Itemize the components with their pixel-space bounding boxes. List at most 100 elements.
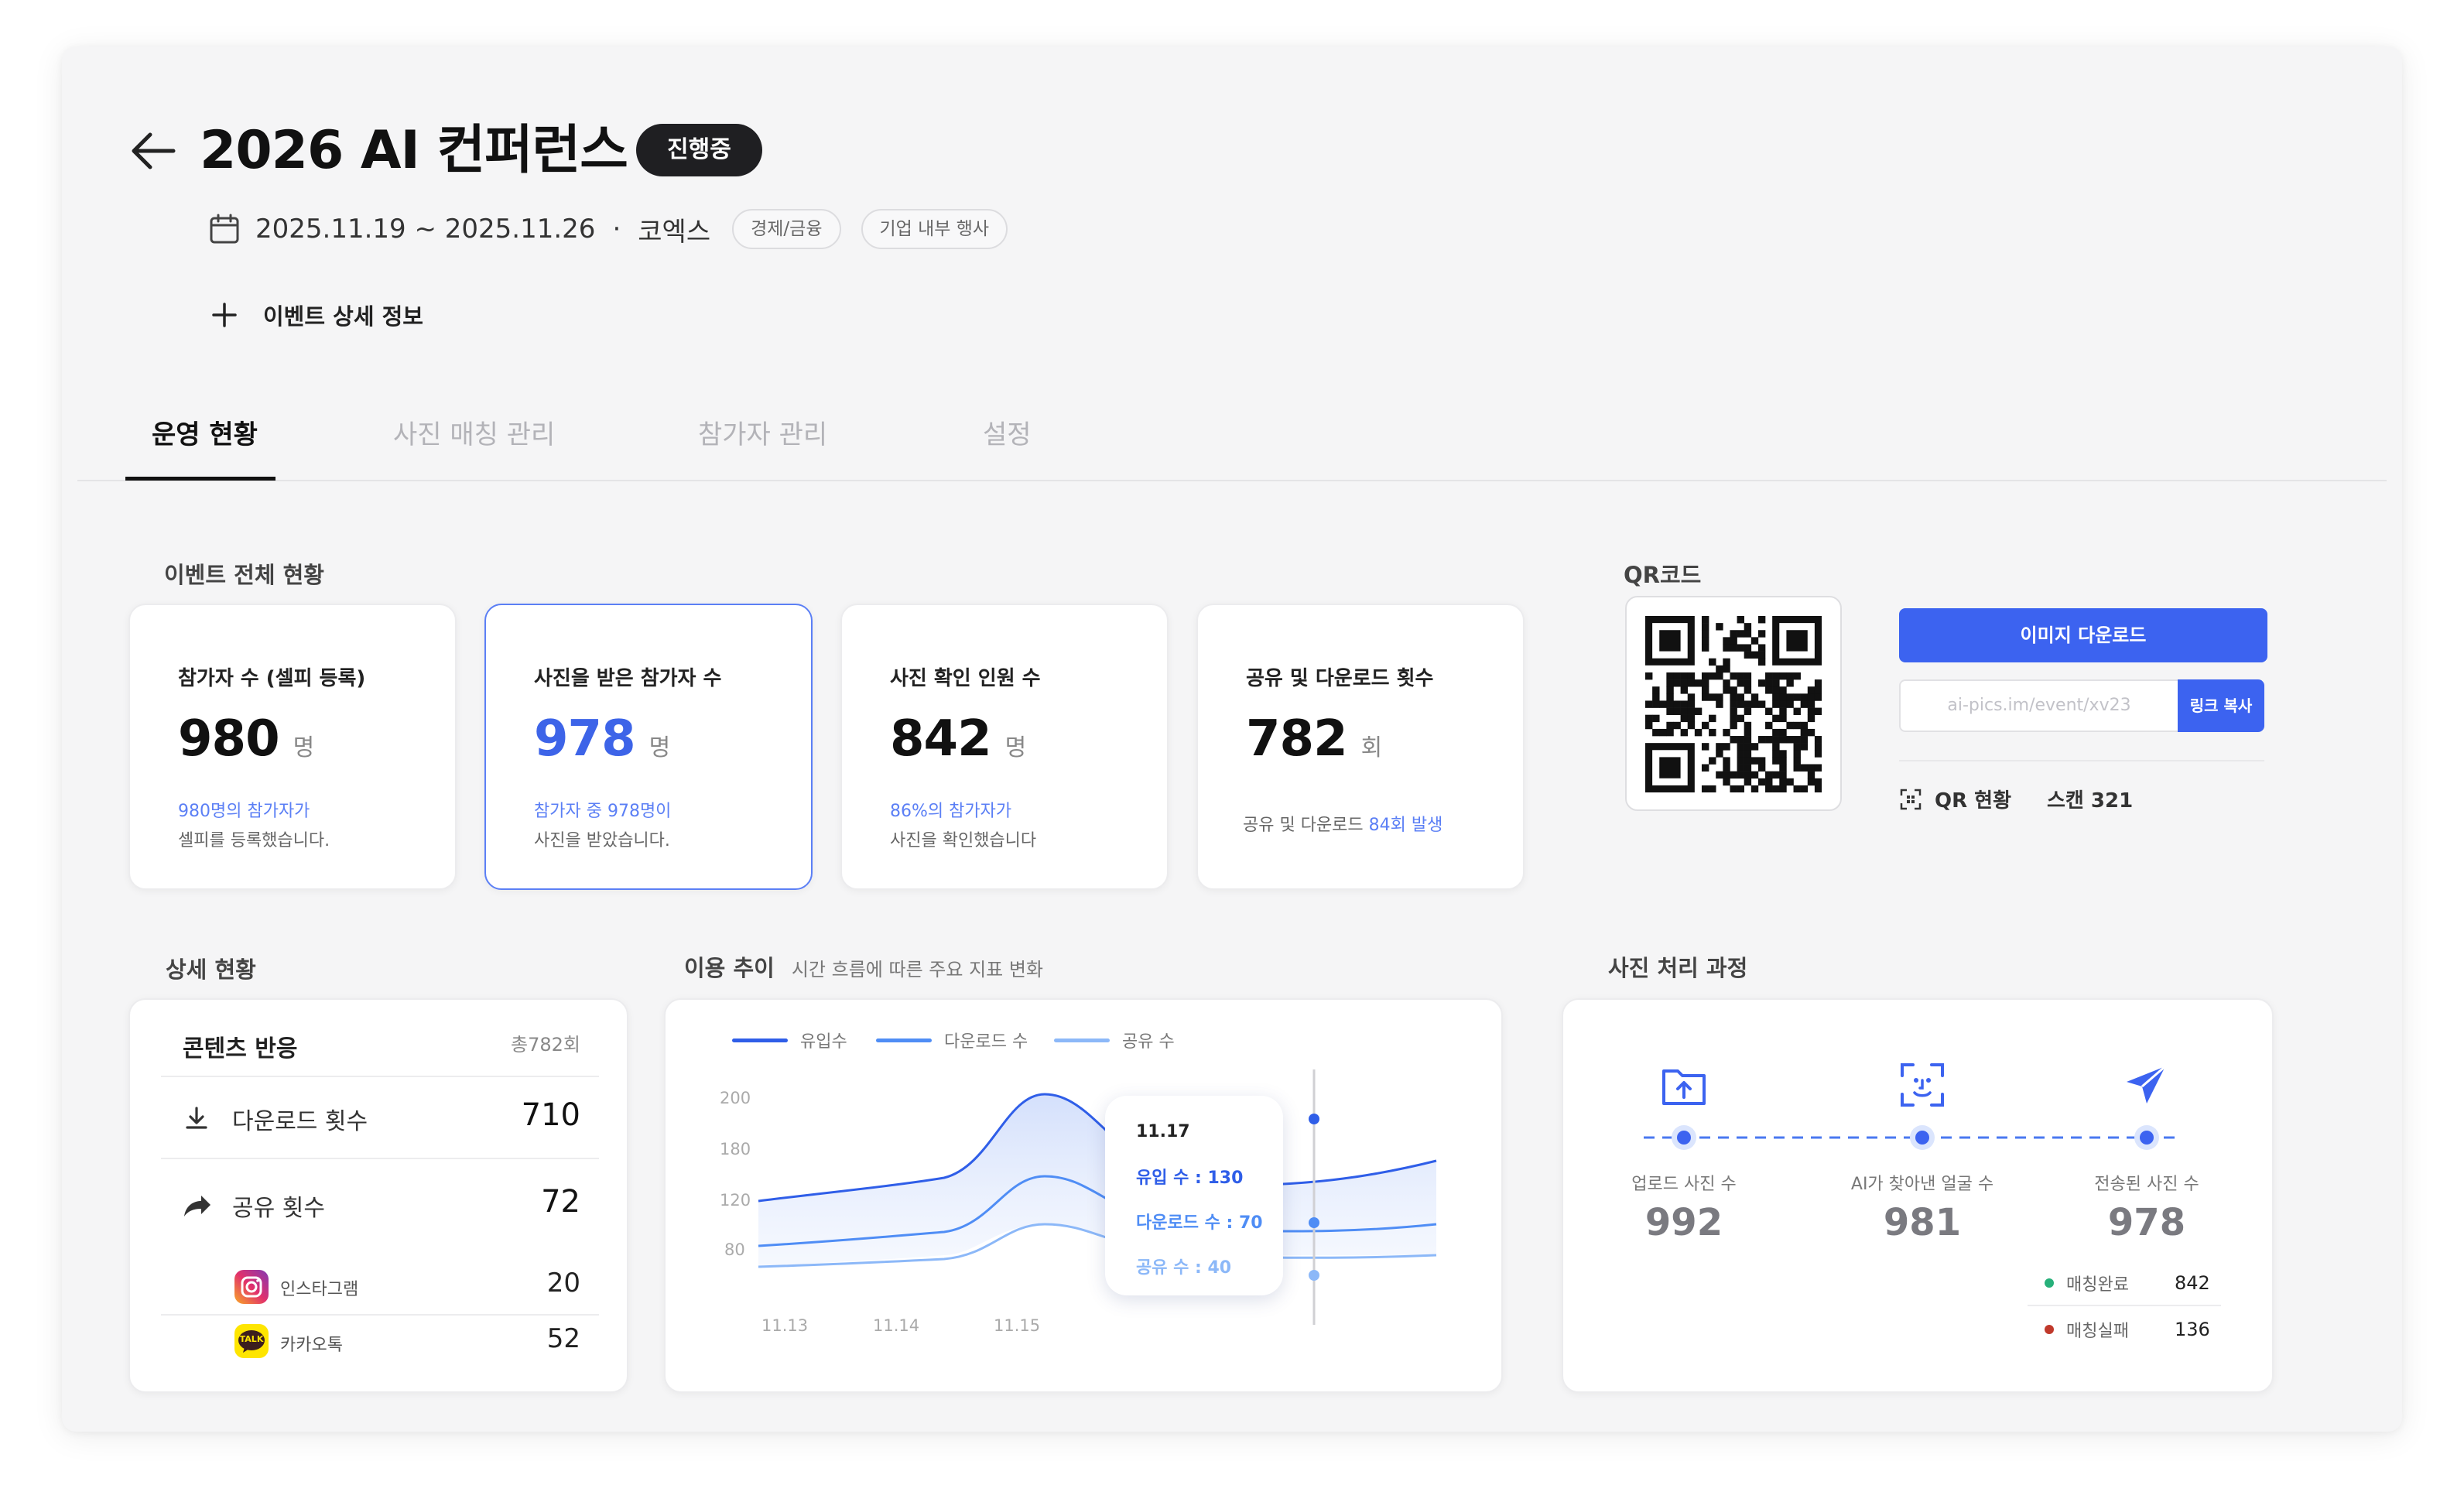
stat-note: 사진을 확인했습니다 <box>890 831 1037 850</box>
stat-value: 978 명 <box>534 710 670 768</box>
stat-note: 사진을 받았습니다. <box>534 831 670 850</box>
instagram-value: 20 <box>546 1268 580 1299</box>
upload-folder-icon <box>1662 1069 1706 1105</box>
event-title: 2026 AI 컨퍼런스 <box>200 120 628 181</box>
upload-count-label: 업로드 사진 수 <box>1631 1175 1737 1194</box>
match-success-label: 매칭완료 <box>2066 1275 2129 1295</box>
faces-found-value: 981 <box>1883 1201 1962 1244</box>
match-success-row: 매칭완료 842 <box>2045 1271 2210 1295</box>
tooltip-download: 다운로드 수 : 70 <box>1136 1213 1263 1233</box>
tooltip-date: 11.17 <box>1136 1122 1190 1141</box>
success-dot <box>2045 1278 2054 1288</box>
stat-value: 782 회 <box>1246 710 1382 768</box>
x-tick-label: 11.15 <box>994 1316 1040 1335</box>
back-arrow-icon[interactable] <box>124 124 186 178</box>
download-count-label: 다운로드 횟수 <box>232 1108 368 1135</box>
y-tick-label: 80 <box>724 1240 745 1259</box>
hover-point-share <box>1309 1270 1319 1281</box>
stat-card-received: 사진을 받은 참가자 수 978 명 참가자 중 978명이 사진을 받았습니다. <box>484 604 813 890</box>
tab-operations[interactable]: 운영 현황 <box>152 413 258 451</box>
qr-scan-count: 스캔 321 <box>2047 789 2134 813</box>
send-icon <box>2127 1065 2166 1104</box>
divider <box>161 1076 599 1077</box>
stat-card-shares: 공유 및 다운로드 횟수 782 회 공유 및 다운로드 84회 발생 <box>1196 604 1525 890</box>
tab-participants[interactable]: 참가자 관리 <box>698 413 827 451</box>
qr-scan-icon <box>1900 789 1922 809</box>
y-tick-label: 200 <box>720 1089 751 1107</box>
share-icon <box>184 1196 210 1216</box>
match-failure-row: 매칭실패 136 <box>2045 1317 2210 1342</box>
download-icon <box>186 1107 207 1129</box>
detail-section-label: 상세 현황 <box>166 956 256 983</box>
stat-note: 980명의 참가자가 <box>178 802 310 821</box>
event-detail-label: 이벤트 상세 정보 <box>263 303 423 330</box>
stat-note: 공유 및 다운로드 84회 발생 <box>1243 816 1443 835</box>
event-dashboard: 2026 AI 컨퍼런스 진행중 2025.11.19 ~ 2025.11.26… <box>77 62 2387 1416</box>
calendar-icon <box>210 214 239 244</box>
instagram-icon <box>234 1270 269 1304</box>
x-tick-label: 11.14 <box>873 1316 919 1335</box>
plus-icon <box>212 303 237 327</box>
stat-label: 참가자 수 (셀피 등록) <box>178 667 366 690</box>
event-venue: 코엑스 <box>638 216 711 248</box>
stat-note: 86%의 참가자가 <box>890 802 1012 821</box>
y-tick-label: 180 <box>720 1140 751 1158</box>
qr-status: QR 현황 스캔 321 <box>1899 785 2133 813</box>
event-meta: 2025.11.19 ~ 2025.11.26 · 코엑스 경제/금융 기업 내… <box>207 206 1008 252</box>
kakaotalk-icon: TALK <box>234 1323 269 1359</box>
stat-label: 사진을 받은 참가자 수 <box>534 667 722 690</box>
image-download-button[interactable]: 이미지 다운로드 <box>1899 608 2267 662</box>
stat-label: 공유 및 다운로드 횟수 <box>1246 667 1434 690</box>
face-scan-icon <box>1901 1063 1944 1107</box>
photo-process-card: 업로드 사진 수 992 AI가 찾아낸 얼굴 수 981 전송된 사진 수 9… <box>1562 998 2274 1393</box>
event-date-range: 2025.11.19 ~ 2025.11.26 <box>255 214 596 245</box>
stat-note: 참가자 중 978명이 <box>534 802 672 821</box>
failure-dot <box>2045 1325 2054 1334</box>
qr-divider <box>1899 760 2264 761</box>
kakaotalk-value: 52 <box>546 1323 580 1354</box>
usage-trend-card: 유입수 다운로드 수 공유 수 200 180 120 80 11.13 11. <box>664 998 1503 1393</box>
trend-chart: 200 180 120 80 11.13 11.14 11.15 <box>720 1069 1437 1335</box>
event-detail-toggle[interactable]: 이벤트 상세 정보 <box>209 299 423 331</box>
divider <box>2028 1305 2221 1306</box>
trend-label: 이용 추이 시간 흐름에 따른 주요 지표 변화 <box>684 955 1044 981</box>
share-count-label: 공유 횟수 <box>232 1195 325 1222</box>
content-reaction-title: 콘텐츠 반응 <box>183 1035 298 1062</box>
content-reaction-total: 총782회 <box>511 1034 580 1056</box>
match-failure-value: 136 <box>2175 1319 2210 1340</box>
copy-link-button[interactable]: 링크 복사 <box>2178 679 2264 732</box>
share-count-value: 72 <box>541 1184 580 1220</box>
instagram-label: 인스타그램 <box>280 1280 359 1299</box>
match-success-value: 842 <box>2175 1272 2210 1294</box>
stat-note: 셀피를 등록했습니다. <box>178 831 330 850</box>
stat-card-participants: 참가자 수 (셀피 등록) 980 명 980명의 참가자가 셀피를 등록했습니다… <box>128 604 457 890</box>
qr-code-pattern <box>1645 616 1822 792</box>
tab-photo-matching[interactable]: 사진 매칭 관리 <box>393 413 555 451</box>
tab-bar: 운영 현황 사진 매칭 관리 참가자 관리 설정 <box>77 395 2387 481</box>
upload-count-value: 992 <box>1644 1201 1723 1244</box>
tooltip-share: 공유 수 : 40 <box>1136 1258 1232 1278</box>
active-tab-indicator <box>125 477 275 481</box>
category-tag: 경제/금융 <box>732 209 841 249</box>
kakaotalk-label: 카카오톡 <box>280 1336 343 1355</box>
chart-tooltip: 11.17 유입 수 : 130 다운로드 수 : 70 공유 수 : 40 <box>1105 1096 1283 1295</box>
tab-settings[interactable]: 설정 <box>983 413 1032 451</box>
download-count-value: 710 <box>521 1097 580 1133</box>
divider <box>161 1314 599 1316</box>
tooltip-inflow: 유입 수 : 130 <box>1136 1169 1244 1188</box>
app-window: 2026 AI 컨퍼런스 진행중 2025.11.19 ~ 2025.11.26… <box>62 46 2402 1432</box>
trend-subtitle: 시간 흐름에 따른 주요 지표 변화 <box>791 959 1044 980</box>
type-tag: 기업 내부 행사 <box>861 209 1008 249</box>
stat-card-viewed: 사진 확인 인원 수 842 명 86%의 참가자가 사진을 확인했습니다 <box>840 604 1169 890</box>
qr-status-label: QR 현황 <box>1935 789 2012 813</box>
x-tick-label: 11.13 <box>761 1316 808 1335</box>
status-badge: 진행중 <box>636 124 762 176</box>
qr-code-image <box>1625 596 1842 811</box>
stat-label: 사진 확인 인원 수 <box>890 667 1041 690</box>
event-link-field[interactable]: ai-pics.im/event/xv23 <box>1899 679 2178 732</box>
hover-point-download <box>1309 1217 1319 1228</box>
stat-value: 842 명 <box>890 710 1026 768</box>
faces-found-label: AI가 찾아낸 얼굴 수 <box>1850 1175 1994 1194</box>
overview-label: 이벤트 전체 현황 <box>164 562 324 588</box>
hover-point-inflow <box>1309 1114 1319 1124</box>
